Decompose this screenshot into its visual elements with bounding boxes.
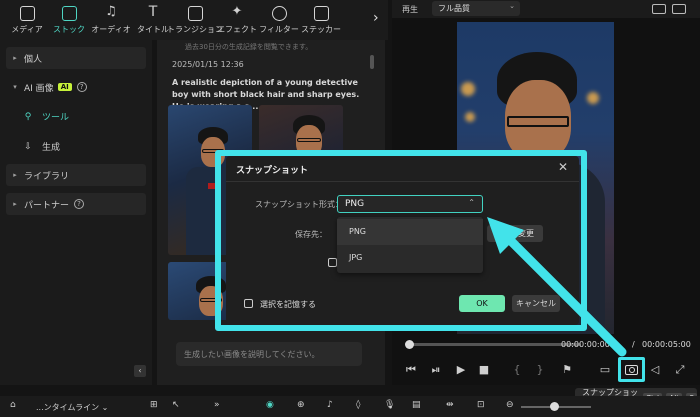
annotation-arrow: [487, 217, 627, 357]
